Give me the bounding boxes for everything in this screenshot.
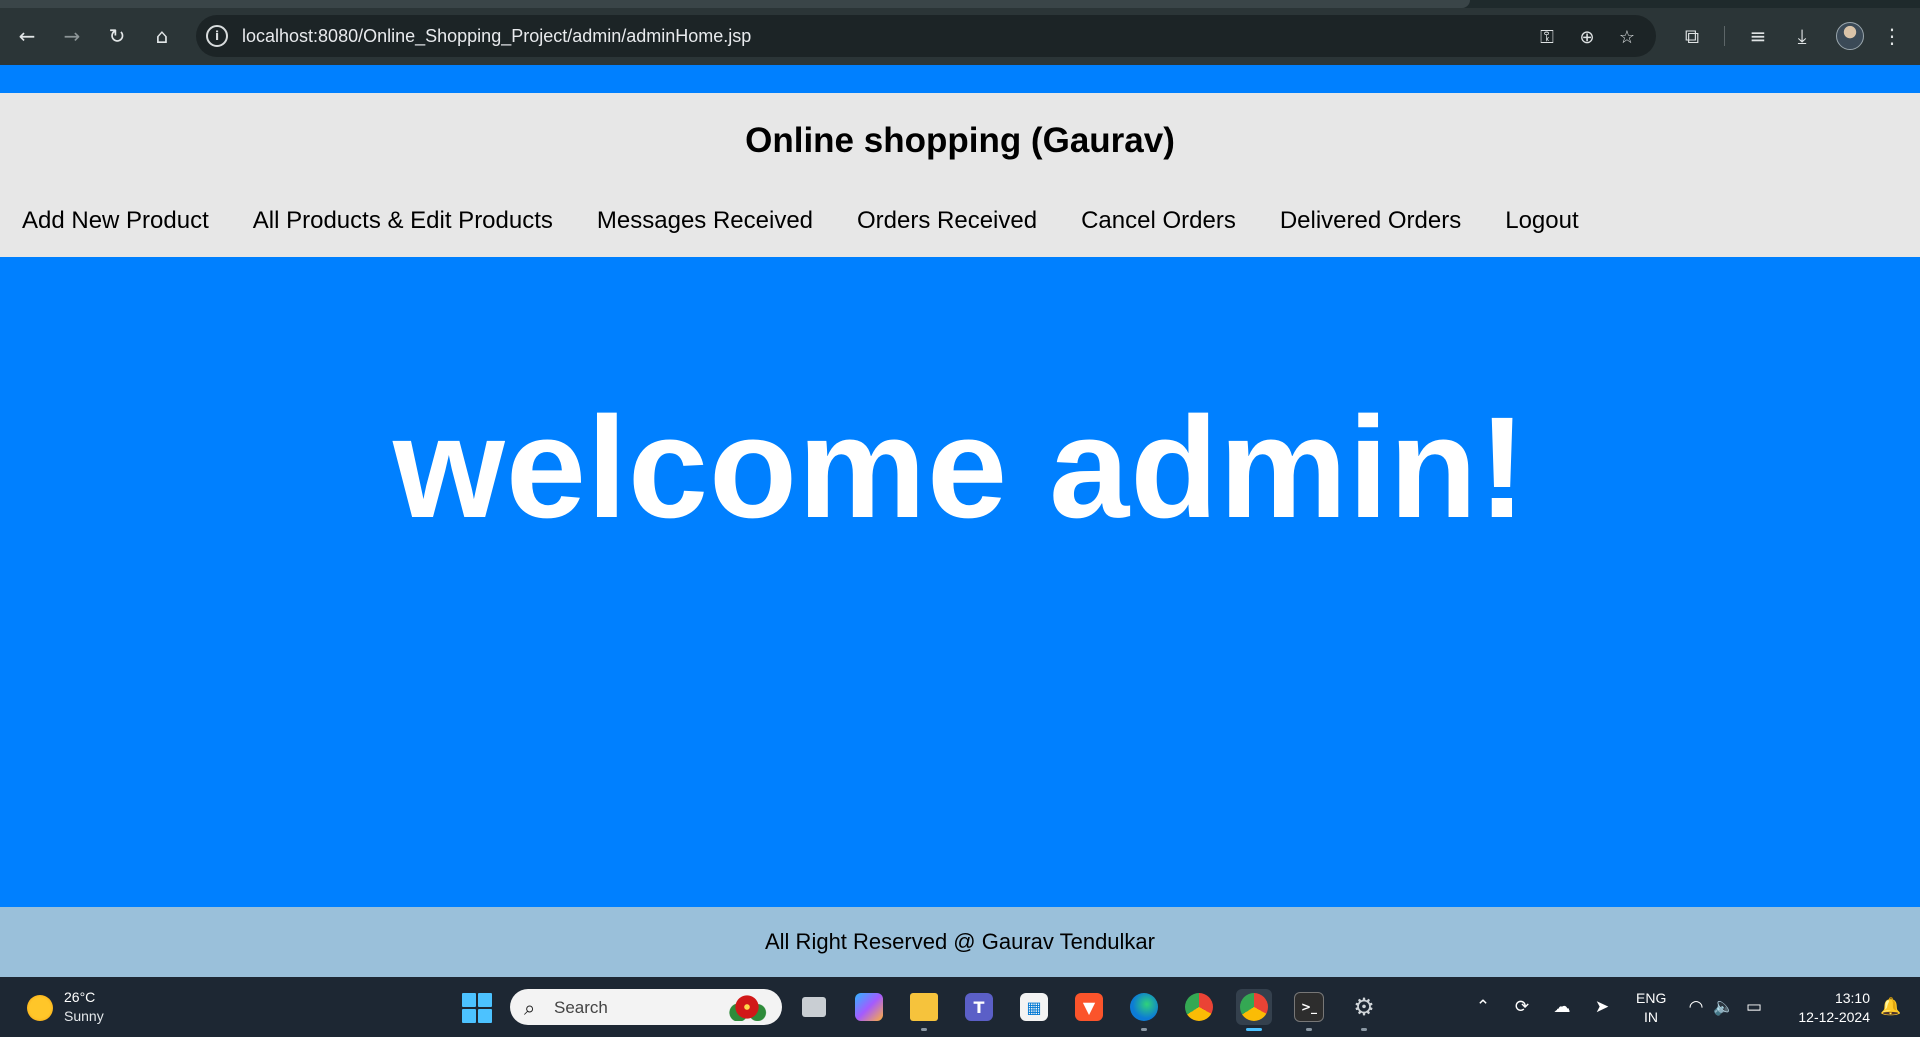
search-label: Search [554, 998, 608, 1017]
brave-icon[interactable]: ▼ [1071, 989, 1107, 1025]
site-header: Online shopping (Gaurav) Add New Product… [0, 93, 1920, 257]
zoom-icon[interactable]: ⊕ [1574, 24, 1600, 50]
site-footer: All Right Reserved @ Gaurav Tendulkar [0, 907, 1920, 977]
teams-icon[interactable]: T [961, 989, 997, 1025]
sync-icon[interactable]: ⟳ [1509, 994, 1535, 1020]
welcome-heading: welcome admin! [392, 387, 1528, 548]
address-bar[interactable]: i localhost:8080/Online_Shopping_Project… [196, 15, 1656, 57]
settings-icon[interactable]: ⚙ [1346, 989, 1382, 1031]
back-icon[interactable]: ← [11, 20, 43, 52]
toolbar-divider [1724, 26, 1725, 46]
site-info-icon[interactable]: i [206, 25, 228, 47]
menu-icon[interactable]: ⋮ [1876, 20, 1908, 52]
browser-toolbar: ← → ↻ ⌂ i localhost:8080/Online_Shopping… [0, 0, 1920, 65]
language-code: ENG [1636, 990, 1667, 1006]
weather-temp[interactable]: 26°C [64, 989, 95, 1005]
nav-logout[interactable]: Logout [1505, 207, 1578, 247]
extensions-icon[interactable]: ⧉ [1676, 20, 1708, 52]
tab-strip [0, 0, 1920, 8]
top-stripe [0, 65, 1920, 93]
region-code: IN [1644, 1009, 1658, 1025]
weather-desc[interactable]: Sunny [64, 1008, 104, 1024]
task-view-icon[interactable] [796, 989, 832, 1025]
poinsettia-icon [726, 993, 768, 1021]
url-text[interactable]: localhost:8080/Online_Shopping_Project/a… [242, 26, 751, 47]
location-arrow-icon[interactable]: ➤ [1589, 994, 1615, 1020]
windows-taskbar: 26°C Sunny ⌕ Search T ▦ ▼ >_ ⚙ ⌃ ⟳ ☁ ➤ E… [0, 977, 1920, 1037]
home-icon[interactable]: ⌂ [146, 20, 178, 52]
reading-list-icon[interactable]: ≡ [1742, 20, 1774, 52]
wifi-icon[interactable]: ◠ [1683, 994, 1709, 1020]
chevron-up-icon[interactable]: ⌃ [1470, 994, 1496, 1020]
taskbar-search[interactable]: ⌕ Search [510, 989, 782, 1025]
edge-icon[interactable] [1126, 989, 1162, 1031]
terminal-icon[interactable]: >_ [1291, 989, 1327, 1031]
nav-add-new-product[interactable]: Add New Product [22, 207, 209, 247]
nav-cancel-orders[interactable]: Cancel Orders [1081, 207, 1236, 247]
volume-icon[interactable]: 🔈 [1711, 994, 1737, 1020]
battery-icon[interactable]: ▭ [1741, 994, 1767, 1020]
microsoft-store-icon[interactable]: ▦ [1016, 989, 1052, 1025]
system-clock[interactable]: 13:10 12-12-2024 [1780, 989, 1870, 1027]
nav-all-products[interactable]: All Products & Edit Products [253, 207, 553, 247]
active-tab[interactable] [0, 0, 1470, 8]
windows-start-icon[interactable] [462, 993, 492, 1023]
search-icon: ⌕ [524, 996, 536, 1020]
chrome-icon[interactable] [1181, 989, 1217, 1025]
sun-icon[interactable] [27, 995, 53, 1021]
admin-nav: Add New Product All Products & Edit Prod… [22, 207, 1623, 247]
download-icon[interactable]: ⤓ [1786, 20, 1818, 52]
copilot-icon[interactable] [851, 989, 887, 1025]
profile-avatar[interactable] [1836, 22, 1864, 50]
language-indicator[interactable]: ENG IN [1636, 989, 1666, 1027]
notification-bell-icon[interactable]: 🔔 [1878, 994, 1904, 1020]
bookmark-star-icon[interactable]: ☆ [1614, 24, 1640, 50]
nav-delivered-orders[interactable]: Delivered Orders [1280, 207, 1461, 247]
hero-section: welcome admin! [0, 257, 1920, 907]
nav-messages-received[interactable]: Messages Received [597, 207, 813, 247]
reload-icon[interactable]: ↻ [101, 20, 133, 52]
footer-text: All Right Reserved @ Gaurav Tendulkar [765, 929, 1155, 954]
onedrive-cloud-icon[interactable]: ☁ [1549, 994, 1575, 1020]
password-key-icon[interactable]: ⚿ [1534, 24, 1560, 50]
site-title: Online shopping (Gaurav) [745, 121, 1175, 160]
clock-time: 13:10 [1834, 990, 1870, 1006]
nav-orders-received[interactable]: Orders Received [857, 207, 1037, 247]
clock-date: 12-12-2024 [1798, 1009, 1870, 1025]
forward-icon[interactable]: → [56, 20, 88, 52]
file-explorer-icon[interactable] [906, 989, 942, 1031]
chrome-profile-icon[interactable] [1236, 989, 1272, 1031]
